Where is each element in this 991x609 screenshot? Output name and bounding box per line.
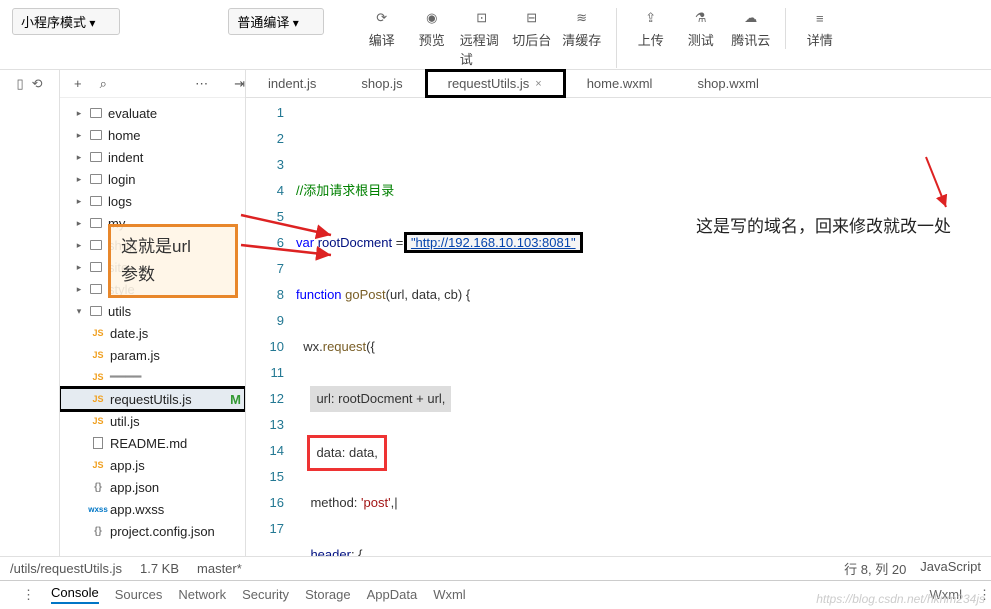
devtools-more-icon[interactable]: ⋮ <box>22 587 35 603</box>
upload-button[interactable]: ⇪上传 <box>629 8 673 49</box>
folder-utils[interactable]: ▾utils <box>60 300 245 322</box>
status-branch[interactable]: master* <box>197 561 242 576</box>
status-language[interactable]: JavaScript <box>920 559 981 578</box>
cloud-icon: ☁ <box>741 8 761 28</box>
devtools-network[interactable]: Network <box>178 587 226 602</box>
devtools-wxml[interactable]: Wxml <box>433 587 466 602</box>
background-button[interactable]: ⊟切后台 <box>510 8 554 68</box>
folder-login[interactable]: ▸login <box>60 168 245 190</box>
status-size: 1.7 KB <box>140 561 179 576</box>
annotation-url-param: 这就是url 参数 <box>108 224 238 298</box>
compile-button[interactable]: ⟳编译 <box>360 8 404 68</box>
compile-select[interactable]: 普通编译 ▾ <box>228 8 323 35</box>
file-app-js[interactable]: JSapp.js <box>60 454 245 476</box>
folder-indent[interactable]: ▸indent <box>60 146 245 168</box>
collapse-icon[interactable]: ⇥ <box>234 76 245 92</box>
tab-home-wxml[interactable]: home.wxml <box>565 70 676 97</box>
status-bar: /utils/requestUtils.js 1.7 KB master* 行 … <box>0 556 991 580</box>
editor-pane: indent.js shop.js requestUtils.js× home.… <box>246 70 991 556</box>
editor-tabs: indent.js shop.js requestUtils.js× home.… <box>246 70 991 98</box>
status-cursor-pos: 行 8, 列 20 <box>844 559 906 578</box>
left-gutter: ▯ ⟲ <box>0 70 60 556</box>
watermark: https://blog.csdn.net/hknm234js <box>816 592 985 606</box>
folder-home[interactable]: ▸home <box>60 124 245 146</box>
status-path: /utils/requestUtils.js <box>10 561 122 576</box>
flask-icon: ⚗ <box>691 8 711 28</box>
remote-debug-button[interactable]: ⊡远程调试 <box>460 8 504 68</box>
more-icon[interactable]: ⋯ <box>195 76 208 92</box>
devtools-security[interactable]: Security <box>242 587 289 602</box>
stack-icon: ≋ <box>572 8 592 28</box>
clear-cache-button[interactable]: ≋清缓存 <box>560 8 604 68</box>
file-app-json[interactable]: {}app.json <box>60 476 245 498</box>
search-icon[interactable]: ⌕ <box>100 76 107 92</box>
close-icon[interactable]: × <box>535 78 541 90</box>
line-numbers: 1234567891011121314151617 <box>246 98 296 556</box>
file-readme[interactable]: README.md <box>60 432 245 454</box>
file-explorer: + ⌕ ⋯ ⇥ ▸evaluate ▸home ▸indent ▸login ▸… <box>60 70 246 556</box>
code-content[interactable]: //添加请求根目录 var rootDocment = "http://192.… <box>296 98 991 556</box>
annotation-domain-note: 这是写的域名，回来修改就改一处 <box>696 214 976 240</box>
menu-icon: ≡ <box>810 8 830 28</box>
tab-shop-js[interactable]: shop.js <box>339 70 425 97</box>
tab-indent-js[interactable]: indent.js <box>246 70 339 97</box>
devtools-console[interactable]: Console <box>51 585 99 604</box>
code-editor[interactable]: 1234567891011121314151617 //添加请求根目录 var … <box>246 98 991 556</box>
bug-icon: ⊡ <box>472 8 492 28</box>
file-util-js[interactable]: JSutil.js <box>60 410 245 432</box>
preview-button[interactable]: ◉预览 <box>410 8 454 68</box>
top-toolbar: 小程序模式 ▾ 普通编译 ▾ ⟳编译 ◉预览 ⊡远程调试 ⊟切后台 ≋清缓存 ⇪… <box>0 0 991 70</box>
devtools-sources[interactable]: Sources <box>115 587 163 602</box>
cloud-button[interactable]: ☁腾讯云 <box>729 8 773 49</box>
rotate-icon[interactable]: ⟲ <box>32 76 43 556</box>
devtools-appdata[interactable]: AppData <box>367 587 418 602</box>
switch-icon: ⊟ <box>522 8 542 28</box>
file-param-js[interactable]: JSparam.js <box>60 344 245 366</box>
device-icon[interactable]: ▯ <box>16 76 23 556</box>
tab-shop-wxml[interactable]: shop.wxml <box>675 70 781 97</box>
file-app-wxss[interactable]: wxssapp.wxss <box>60 498 245 520</box>
folder-evaluate[interactable]: ▸evaluate <box>60 102 245 124</box>
file-requestutils-js[interactable]: JSrequestUtils.jsM <box>60 388 245 410</box>
file-date-js[interactable]: JSdate.js <box>60 322 245 344</box>
test-button[interactable]: ⚗测试 <box>679 8 723 49</box>
folder-logs[interactable]: ▸logs <box>60 190 245 212</box>
detail-button[interactable]: ≡详情 <box>798 8 842 49</box>
file-tree: ▸evaluate ▸home ▸indent ▸login ▸logs ▸my… <box>60 98 245 542</box>
file-project-config[interactable]: {}project.config.json <box>60 520 245 542</box>
mode-select[interactable]: 小程序模式 ▾ <box>12 8 120 35</box>
eye-icon: ◉ <box>422 8 442 28</box>
devtools-storage[interactable]: Storage <box>305 587 351 602</box>
upload-icon: ⇪ <box>641 8 661 28</box>
tab-requestutils-js[interactable]: requestUtils.js× <box>426 70 565 97</box>
file-hidden-js[interactable]: JS━━━━ <box>60 366 245 388</box>
refresh-icon: ⟳ <box>372 8 392 28</box>
add-file-icon[interactable]: + <box>74 76 82 91</box>
